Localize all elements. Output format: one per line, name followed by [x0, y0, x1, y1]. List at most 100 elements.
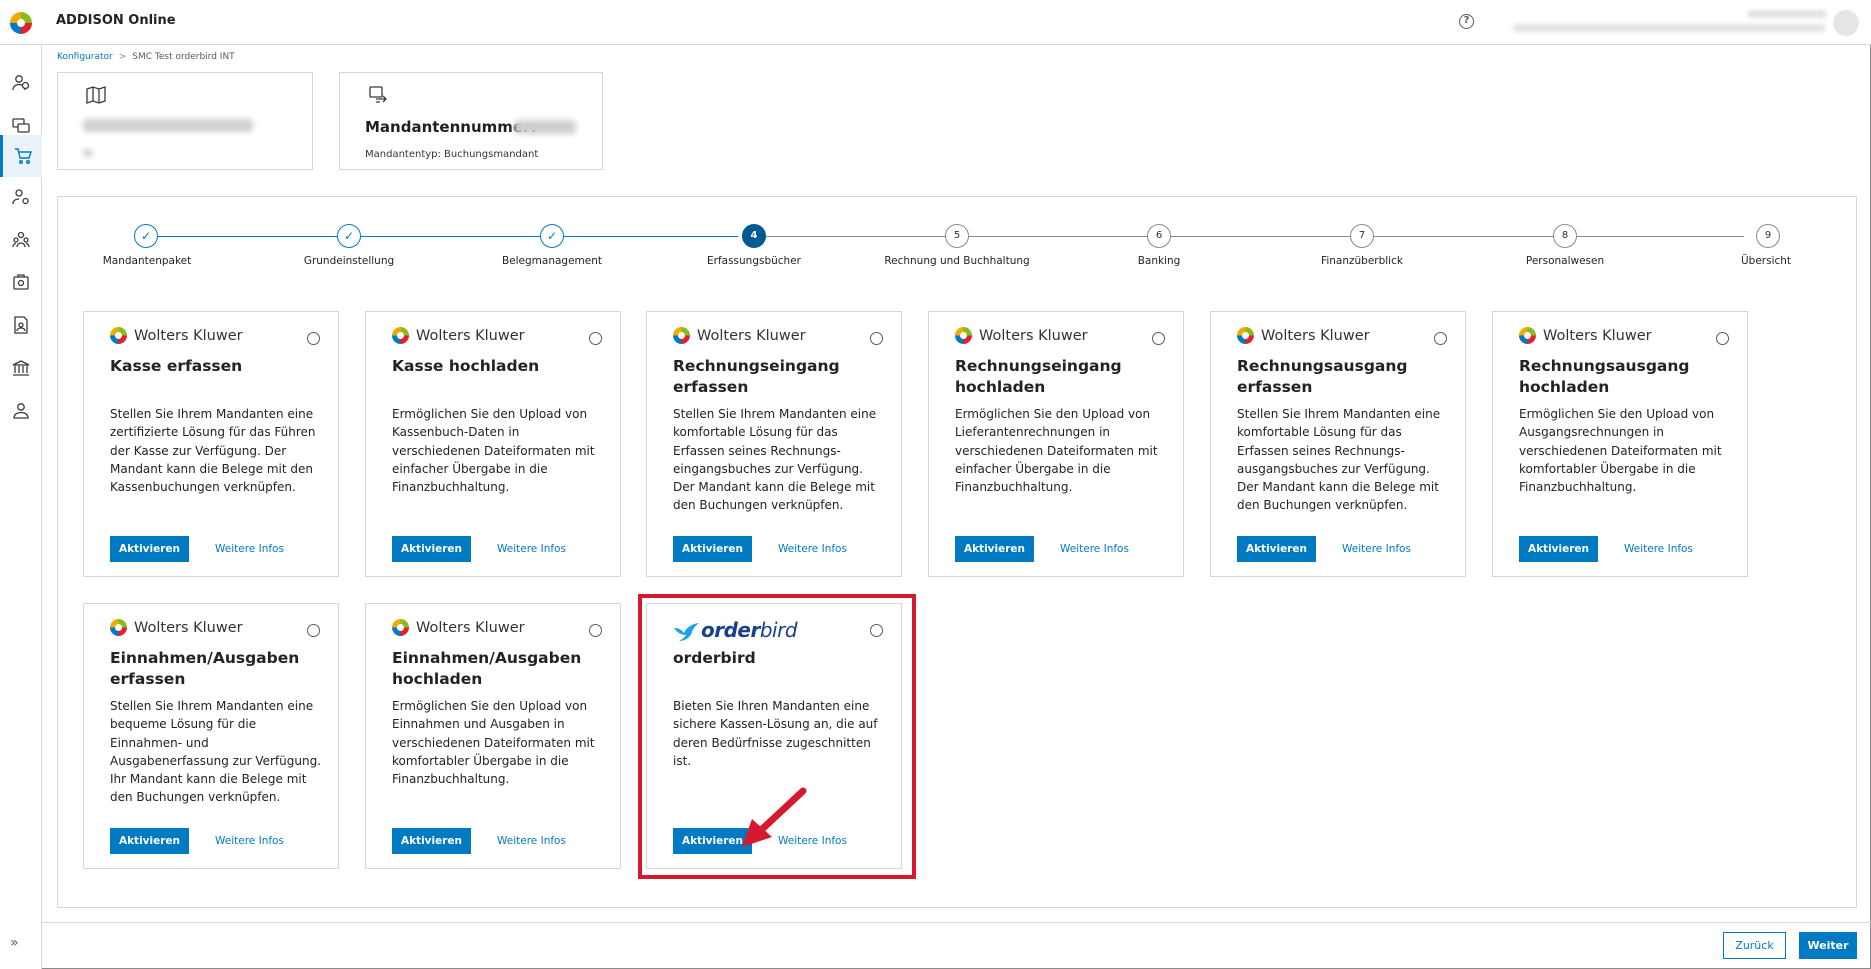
more-info-link[interactable]: Weitere Infos [215, 543, 284, 555]
product-card-rechnungsausgang-erfassen[interactable]: Wolters Kluwer Rechnungsausgang erfassen… [1210, 311, 1466, 577]
document-user-icon [14, 316, 28, 334]
select-radio[interactable] [589, 624, 602, 637]
step-7-label[interactable]: Finanzüberblick [1272, 255, 1452, 267]
step-8-marker[interactable]: 8 [1553, 224, 1577, 248]
step-5-label[interactable]: Rechnung und Buchhaltung [867, 255, 1047, 267]
more-info-link[interactable]: Weitere Infos [778, 543, 847, 555]
wolters-kluwer-logo-icon [110, 619, 127, 636]
card-description: Stellen Sie Ihrem Mandanten eine bequeme… [110, 699, 322, 805]
step-9-label[interactable]: Übersicht [1676, 255, 1856, 267]
card-description: Stellen Sie Ihrem Mandanten eine komfort… [673, 407, 877, 513]
product-card-einnahmen-ausgaben-hochladen[interactable]: Wolters Kluwer Einnahmen/Ausgaben hochla… [365, 603, 621, 869]
breadcrumb-root[interactable]: Konfigurator [57, 52, 113, 62]
wolters-kluwer-brand: Wolters Kluwer [1237, 327, 1370, 344]
step-1-label[interactable]: Mandantenpaket [57, 255, 237, 267]
app-logo-icon [10, 12, 32, 34]
activate-button[interactable]: Aktivieren [673, 536, 752, 562]
back-button[interactable]: Zurück [1723, 932, 1786, 959]
card-title: Kasse erfassen [110, 357, 243, 375]
step-7-marker[interactable]: 7 [1350, 224, 1374, 248]
step-2-marker[interactable]: ✓ [337, 224, 361, 248]
product-card-kasse-hochladen[interactable]: Wolters Kluwer Kasse hochladen Ermöglich… [365, 311, 621, 577]
select-radio[interactable] [1716, 332, 1729, 345]
wolters-kluwer-logo-icon [110, 327, 127, 344]
next-button[interactable]: Weiter [1799, 932, 1857, 959]
step-9-marker[interactable]: 9 [1756, 224, 1780, 248]
product-card-rechnungseingang-erfassen[interactable]: Wolters Kluwer Rechnungseingang erfassen… [646, 311, 902, 577]
sidebar-item-profile[interactable] [0, 390, 42, 432]
sidebar-nav: » [0, 45, 42, 969]
expand-sidebar-icon[interactable]: » [10, 935, 19, 951]
step-8-label[interactable]: Personalwesen [1475, 255, 1655, 267]
wolters-kluwer-logo-icon [392, 619, 409, 636]
top-bar: ADDISON Online ? [0, 0, 1871, 45]
activate-button[interactable]: Aktivieren [110, 536, 189, 562]
select-radio[interactable] [1152, 332, 1165, 345]
avatar[interactable] [1833, 10, 1859, 36]
wolters-kluwer-brand: Wolters Kluwer [110, 619, 243, 636]
select-radio[interactable] [1434, 332, 1447, 345]
card-title: Rechnungsausgang hochladen [1519, 357, 1690, 396]
wolters-kluwer-brand: Wolters Kluwer [392, 327, 525, 344]
card-title: Einnahmen/Ausgaben erfassen [110, 649, 300, 688]
wolters-kluwer-brand: Wolters Kluwer [392, 619, 525, 636]
sidebar-item-user-settings[interactable] [0, 176, 42, 218]
activate-button[interactable]: Aktivieren [1519, 536, 1598, 562]
more-info-link[interactable]: Weitere Infos [497, 835, 566, 847]
step-6-marker[interactable]: 6 [1147, 224, 1171, 248]
brand-name: Wolters Kluwer [697, 327, 806, 344]
activate-button[interactable]: Aktivieren [955, 536, 1034, 562]
person-icon [13, 403, 29, 419]
wolters-kluwer-logo-icon [1237, 327, 1254, 344]
breadcrumb-current: SMC Test orderbird INT [132, 52, 235, 62]
client-name-redacted [83, 119, 253, 132]
product-card-rechnungsausgang-hochladen[interactable]: Wolters Kluwer Rechnungsausgang hochlade… [1492, 311, 1748, 577]
card-description: Stellen Sie Ihrem Mandanten eine komfort… [1237, 407, 1441, 513]
sidebar-item-users[interactable] [0, 62, 42, 104]
select-radio[interactable] [307, 332, 320, 345]
sidebar-item-tools[interactable] [0, 261, 42, 303]
sidebar-item-bank[interactable] [0, 347, 42, 389]
user-name-redacted [1747, 10, 1827, 18]
more-info-link[interactable]: Weitere Infos [497, 543, 566, 555]
more-info-link[interactable]: Weitere Infos [1060, 543, 1129, 555]
activate-button[interactable]: Aktivieren [392, 536, 471, 562]
product-card-rechnungseingang-hochladen[interactable]: Wolters Kluwer Rechnungseingang hochlade… [928, 311, 1184, 577]
team-icon [12, 231, 30, 248]
wolters-kluwer-logo-icon [955, 327, 972, 344]
select-radio[interactable] [870, 332, 883, 345]
brand-name: Wolters Kluwer [1261, 327, 1370, 344]
help-icon[interactable]: ? [1459, 14, 1474, 29]
brand-name: Wolters Kluwer [134, 327, 243, 344]
step-2-label[interactable]: Grundeinstellung [259, 255, 439, 267]
step-4-label[interactable]: Erfassungsbücher [664, 255, 844, 267]
step-3-label[interactable]: Belegmanagement [462, 255, 642, 267]
brand-name: Wolters Kluwer [416, 327, 525, 344]
product-card-einnahmen-ausgaben-erfassen[interactable]: Wolters Kluwer Einnahmen/Ausgaben erfass… [83, 603, 339, 869]
activate-button[interactable]: Aktivieren [1237, 536, 1316, 562]
more-info-link[interactable]: Weitere Infos [1342, 543, 1411, 555]
more-info-link[interactable]: Weitere Infos [215, 835, 284, 847]
step-4-marker[interactable]: 4 [742, 224, 766, 248]
client-type: Mandantentyp: Buchungsmandant [365, 149, 539, 160]
step-1-marker[interactable]: ✓ [134, 224, 158, 248]
sidebar-item-team[interactable] [0, 219, 42, 261]
step-6-label[interactable]: Banking [1069, 255, 1249, 267]
select-radio[interactable] [307, 624, 320, 637]
sidebar-item-shop[interactable] [0, 135, 42, 177]
card-description: Ermöglichen Sie den Upload von Kassenbuc… [392, 407, 595, 495]
step-3-marker[interactable]: ✓ [540, 224, 564, 248]
wolters-kluwer-brand: Wolters Kluwer [955, 327, 1088, 344]
activate-button[interactable]: Aktivieren [392, 828, 471, 854]
brand-name: Wolters Kluwer [416, 619, 525, 636]
card-title: Rechnungsausgang erfassen [1237, 357, 1408, 396]
client-number-card: Mandantennummer: Mandantentyp: Buchungsm… [339, 72, 603, 170]
product-card-kasse-erfassen[interactable]: Wolters Kluwer Kasse erfassen Stellen Si… [83, 311, 339, 577]
wolters-kluwer-logo-icon [392, 327, 409, 344]
activate-button[interactable]: Aktivieren [110, 828, 189, 854]
client-number-redacted [514, 120, 576, 134]
select-radio[interactable] [589, 332, 602, 345]
more-info-link[interactable]: Weitere Infos [1624, 543, 1693, 555]
step-5-marker[interactable]: 5 [945, 224, 969, 248]
sidebar-item-documents[interactable] [0, 304, 42, 346]
